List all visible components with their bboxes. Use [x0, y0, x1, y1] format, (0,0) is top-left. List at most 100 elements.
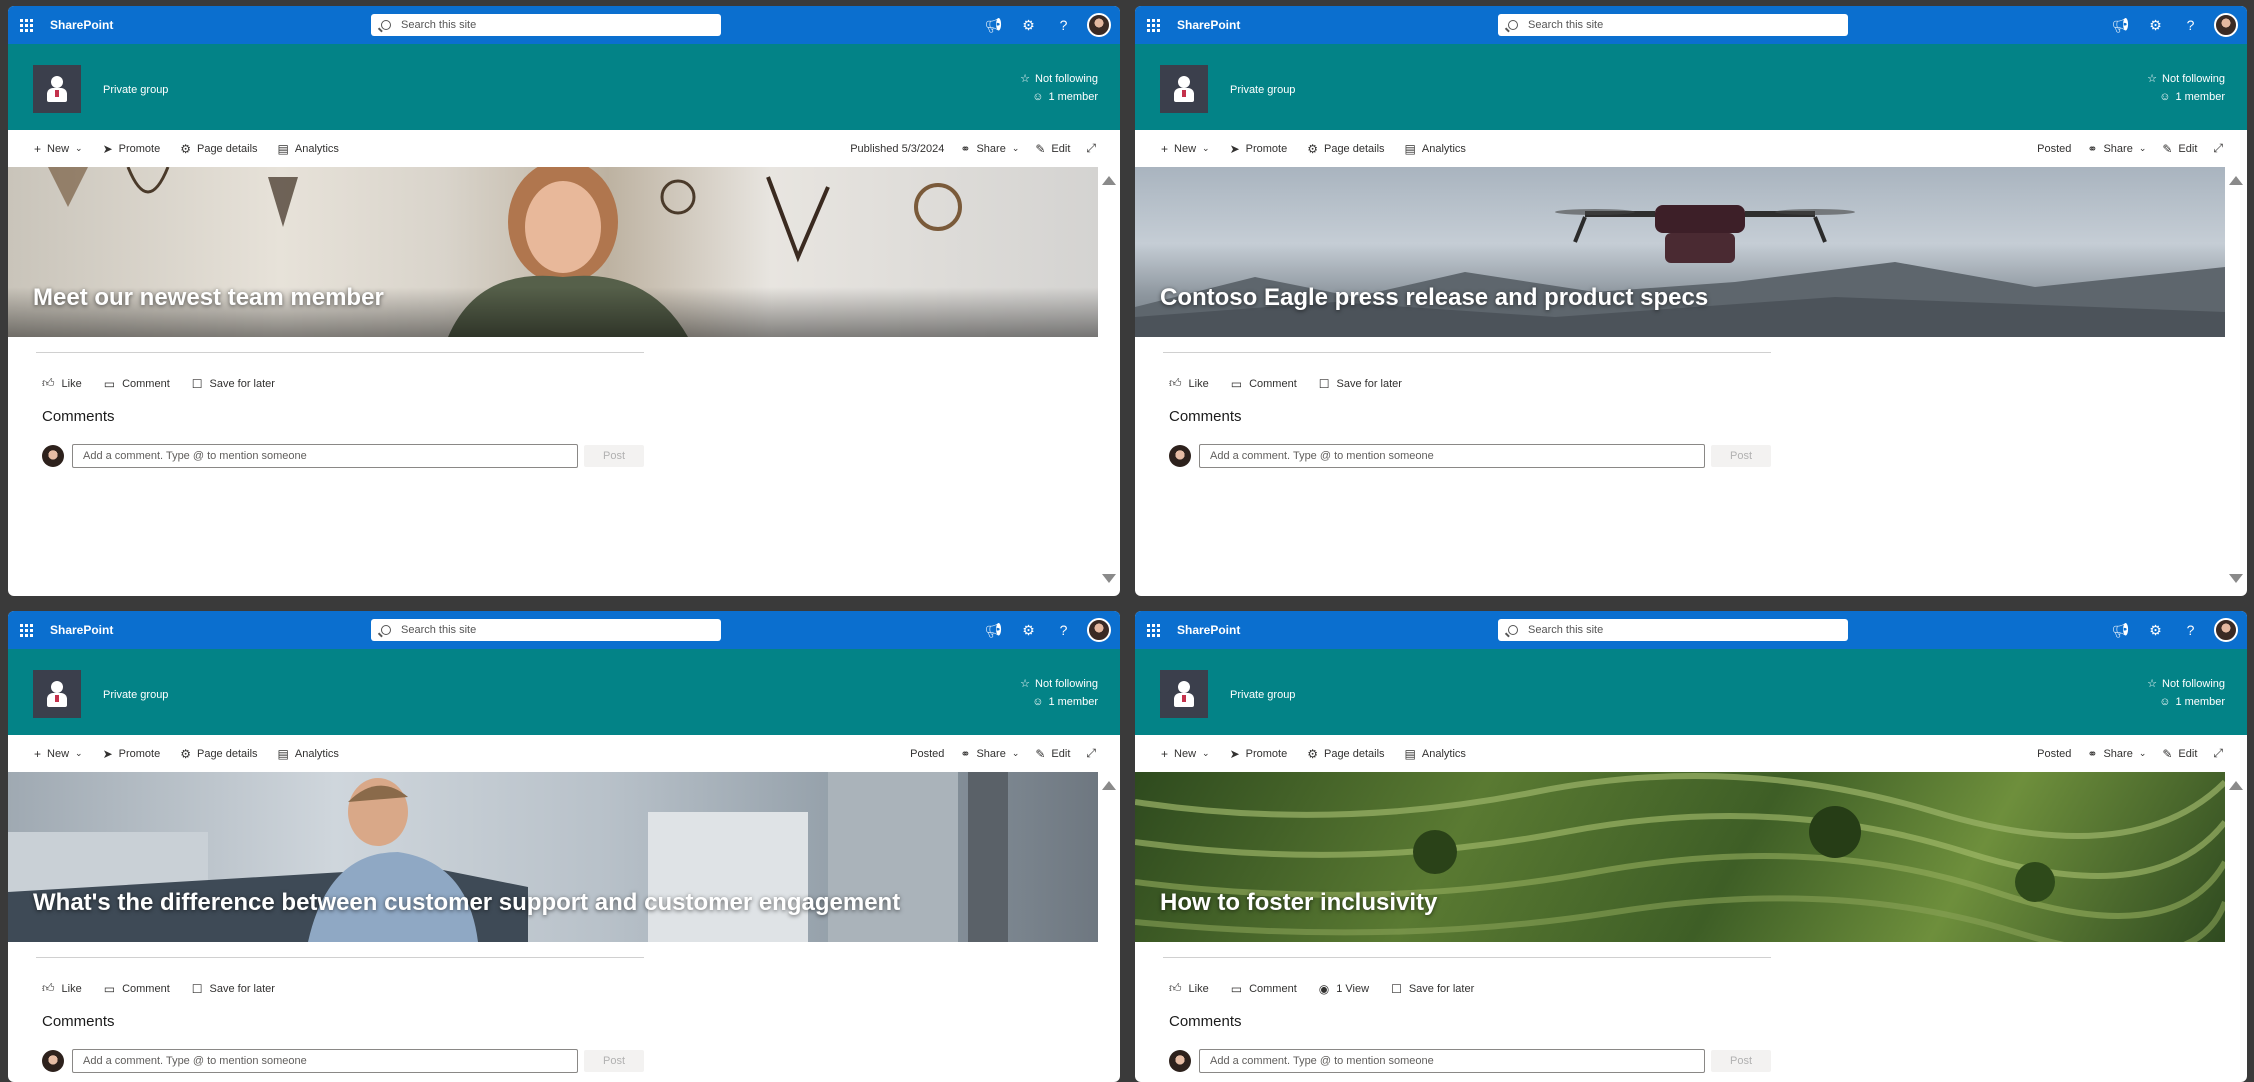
- promote-button[interactable]: ➤ Promote: [103, 747, 161, 761]
- comment-input[interactable]: Add a comment. Type @ to mention someone: [72, 1049, 578, 1073]
- share-button[interactable]: ⚭ Share ⌄: [960, 142, 1019, 156]
- comment-input[interactable]: Add a comment. Type @ to mention someone: [72, 444, 578, 468]
- hero-banner: Meet our newest team member: [8, 167, 1098, 337]
- help-icon[interactable]: ?: [2173, 6, 2208, 44]
- account-avatar[interactable]: [1081, 611, 1116, 649]
- help-icon[interactable]: ?: [1046, 611, 1081, 649]
- gear-icon[interactable]: ⚙: [2138, 6, 2173, 44]
- like-button[interactable]: 👍︎ Like: [42, 376, 82, 391]
- site-logo[interactable]: [1160, 670, 1208, 718]
- save-for-later-button[interactable]: ☐ Save for later: [1391, 982, 1474, 996]
- follow-button[interactable]: ☆ Not following: [2147, 677, 2225, 691]
- site-logo[interactable]: [33, 65, 81, 113]
- app-name[interactable]: SharePoint: [1177, 18, 1240, 32]
- site-logo[interactable]: [33, 670, 81, 718]
- new-button[interactable]: + New ⌄: [34, 747, 83, 761]
- waffle-icon[interactable]: [1135, 6, 1171, 44]
- scroll-up-arrow[interactable]: [2229, 781, 2243, 790]
- account-avatar[interactable]: [2208, 6, 2243, 44]
- new-button[interactable]: + New ⌄: [1161, 142, 1210, 156]
- site-logo[interactable]: [1160, 65, 1208, 113]
- comment-composer: Add a comment. Type @ to mention someone…: [1169, 1049, 1771, 1073]
- follow-button[interactable]: ☆ Not following: [2147, 72, 2225, 86]
- share-button[interactable]: ⚭ Share ⌄: [2087, 747, 2146, 761]
- edit-button[interactable]: ✎ Edit: [2162, 747, 2197, 761]
- save-for-later-button[interactable]: ☐ Save for later: [192, 377, 275, 391]
- expand-icon: ⤢: [2213, 141, 2223, 155]
- members-button[interactable]: ☺ 1 member: [1032, 91, 1098, 103]
- page-title: Meet our newest team member: [33, 284, 384, 311]
- promote-button[interactable]: ➤ Promote: [103, 142, 161, 156]
- save-for-later-button[interactable]: ☐ Save for later: [192, 982, 275, 996]
- gear-icon[interactable]: ⚙: [2138, 611, 2173, 649]
- edit-button[interactable]: ✎ Edit: [1035, 142, 1070, 156]
- scroll-up-arrow[interactable]: [1102, 176, 1116, 185]
- like-label: Like: [61, 982, 82, 995]
- post-button[interactable]: Post: [1711, 1050, 1771, 1072]
- like-button[interactable]: 👍︎ Like: [42, 981, 82, 996]
- new-button[interactable]: + New ⌄: [1161, 747, 1210, 761]
- comment-input[interactable]: Add a comment. Type @ to mention someone: [1199, 444, 1705, 468]
- post-button[interactable]: Post: [584, 1050, 644, 1072]
- like-button[interactable]: 👍︎ Like: [1169, 376, 1209, 391]
- expand-button[interactable]: ⤢: [2213, 141, 2229, 156]
- members-button[interactable]: ☺ 1 member: [1032, 696, 1098, 708]
- share-button[interactable]: ⚭ Share ⌄: [960, 747, 1019, 761]
- new-button[interactable]: + New ⌄: [34, 142, 83, 156]
- scroll-up-arrow[interactable]: [2229, 176, 2243, 185]
- save-for-later-button[interactable]: ☐ Save for later: [1319, 377, 1402, 391]
- expand-button[interactable]: ⤢: [1086, 141, 1102, 156]
- page-details-button[interactable]: ⚙ Page details: [1307, 747, 1384, 761]
- account-avatar[interactable]: [1081, 6, 1116, 44]
- like-button[interactable]: 👍︎ Like: [1169, 981, 1209, 996]
- app-name[interactable]: SharePoint: [50, 18, 113, 32]
- members-button[interactable]: ☺ 1 member: [2159, 91, 2225, 103]
- search-box[interactable]: Search this site: [371, 619, 721, 641]
- search-box[interactable]: Search this site: [371, 14, 721, 36]
- gear-icon[interactable]: ⚙: [1011, 611, 1046, 649]
- help-icon[interactable]: ?: [2173, 611, 2208, 649]
- post-button[interactable]: Post: [1711, 445, 1771, 467]
- comment-button[interactable]: ▭ Comment: [1231, 377, 1297, 391]
- expand-button[interactable]: ⤢: [2213, 746, 2229, 761]
- analytics-button[interactable]: ▤ Analytics: [1405, 142, 1466, 156]
- share-button[interactable]: ⚭ Share ⌄: [2087, 142, 2146, 156]
- follow-button[interactable]: ☆ Not following: [1020, 677, 1098, 691]
- follow-button[interactable]: ☆ Not following: [1020, 72, 1098, 86]
- megaphone-icon[interactable]: 📢︎: [976, 611, 1011, 649]
- analytics-button[interactable]: ▤ Analytics: [278, 747, 339, 761]
- page-details-button[interactable]: ⚙ Page details: [180, 142, 257, 156]
- promote-button[interactable]: ➤ Promote: [1230, 747, 1288, 761]
- waffle-icon[interactable]: [8, 6, 44, 44]
- megaphone-icon[interactable]: 📢︎: [2103, 611, 2138, 649]
- page-details-button[interactable]: ⚙ Page details: [1307, 142, 1384, 156]
- search-box[interactable]: Search this site: [1498, 14, 1848, 36]
- expand-button[interactable]: ⤢: [1086, 746, 1102, 761]
- members-button[interactable]: ☺ 1 member: [2159, 696, 2225, 708]
- comment-button[interactable]: ▭ Comment: [104, 377, 170, 391]
- post-button[interactable]: Post: [584, 445, 644, 467]
- waffle-icon[interactable]: [1135, 611, 1171, 649]
- edit-button[interactable]: ✎ Edit: [1035, 747, 1070, 761]
- help-icon[interactable]: ?: [1046, 6, 1081, 44]
- app-name[interactable]: SharePoint: [50, 623, 113, 637]
- scroll-up-arrow[interactable]: [1102, 781, 1116, 790]
- analytics-button[interactable]: ▤ Analytics: [1405, 747, 1466, 761]
- analytics-button[interactable]: ▤ Analytics: [278, 142, 339, 156]
- comment-button[interactable]: ▭ Comment: [104, 982, 170, 996]
- page-details-button[interactable]: ⚙ Page details: [180, 747, 257, 761]
- account-avatar[interactable]: [2208, 611, 2243, 649]
- page-details-label: Page details: [1323, 142, 1385, 155]
- comment-button[interactable]: ▭ Comment: [1231, 982, 1297, 996]
- search-box[interactable]: Search this site: [1498, 619, 1848, 641]
- megaphone-icon[interactable]: 📢︎: [976, 6, 1011, 44]
- edit-button[interactable]: ✎ Edit: [2162, 142, 2197, 156]
- comment-input[interactable]: Add a comment. Type @ to mention someone: [1199, 1049, 1705, 1073]
- waffle-icon[interactable]: [8, 611, 44, 649]
- promote-button[interactable]: ➤ Promote: [1230, 142, 1288, 156]
- scroll-down-arrow[interactable]: [2229, 574, 2243, 583]
- app-name[interactable]: SharePoint: [1177, 623, 1240, 637]
- scroll-down-arrow[interactable]: [1102, 574, 1116, 583]
- gear-icon[interactable]: ⚙: [1011, 6, 1046, 44]
- megaphone-icon[interactable]: 📢︎: [2103, 6, 2138, 44]
